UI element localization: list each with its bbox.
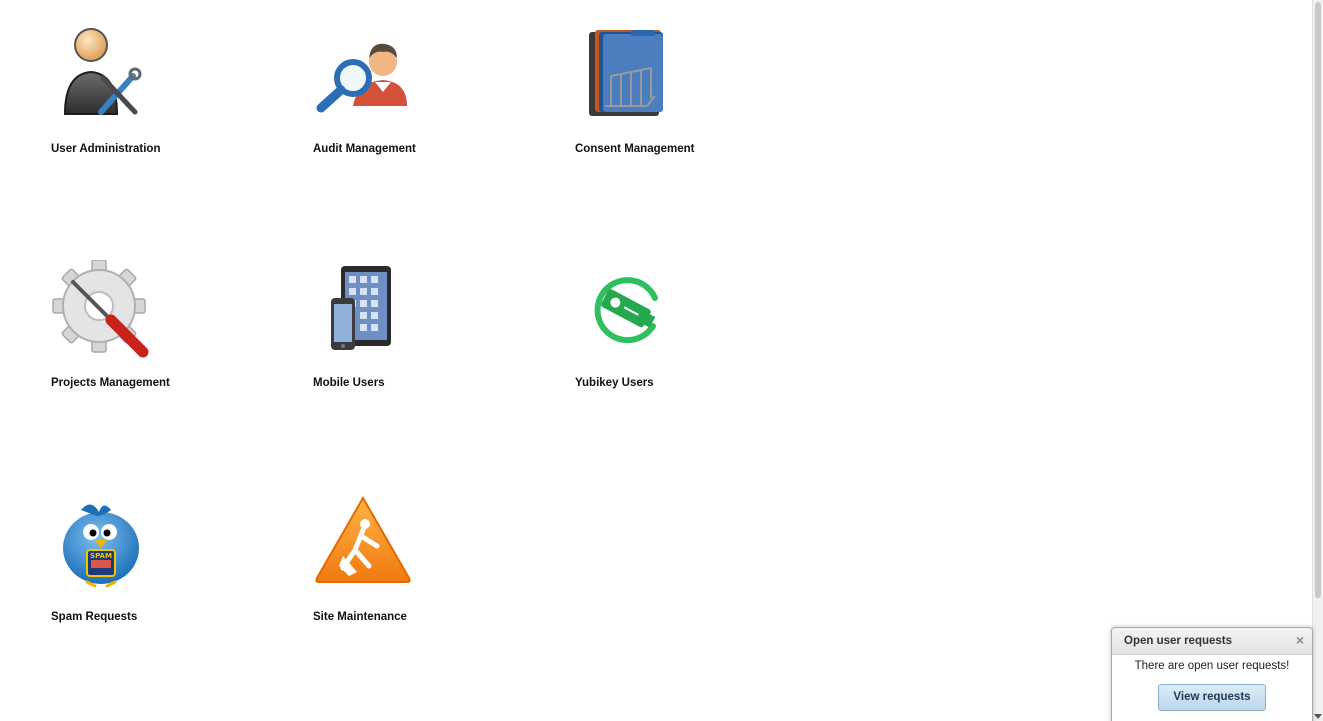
- scrollbar-thumb[interactable]: [1315, 2, 1321, 598]
- close-icon[interactable]: ×: [1296, 632, 1304, 648]
- tile-site-maintenance[interactable]: Site Maintenance: [313, 494, 513, 634]
- tile-consent-management[interactable]: Consent Management: [575, 26, 775, 166]
- open-requests-notification: Open user requests × There are open user…: [1111, 627, 1313, 721]
- tile-user-administration[interactable]: User Administration: [51, 26, 251, 166]
- yubikey-icon: [575, 260, 675, 360]
- tile-label: User Administration: [51, 143, 161, 155]
- spam-bird-icon: SPAM: [51, 494, 151, 594]
- mobile-devices-icon: [313, 260, 413, 360]
- audit-search-icon: [313, 26, 413, 126]
- view-requests-button[interactable]: View requests: [1158, 684, 1266, 711]
- tile-spam-requests[interactable]: SPAM Spam Requests: [51, 494, 251, 634]
- tile-label: Audit Management: [313, 143, 416, 155]
- scroll-down-arrow-icon[interactable]: [1314, 714, 1322, 719]
- page-scrollbar[interactable]: [1312, 0, 1323, 721]
- folder-rack-icon: [575, 26, 675, 126]
- admin-dashboard: User Administration Audit Management Con…: [0, 0, 1323, 721]
- gear-screwdriver-icon: [51, 259, 151, 360]
- notification-header: Open user requests ×: [1112, 628, 1312, 655]
- notification-title: Open user requests: [1124, 635, 1233, 647]
- tile-projects-management[interactable]: Projects Management: [51, 259, 251, 400]
- tile-yubikey-users[interactable]: Yubikey Users: [575, 260, 775, 400]
- tile-audit-management[interactable]: Audit Management: [313, 26, 513, 166]
- tile-label: Mobile Users: [313, 377, 385, 389]
- tile-label: Yubikey Users: [575, 377, 654, 389]
- notification-message: There are open user requests!: [1134, 660, 1290, 672]
- tile-label: Projects Management: [51, 377, 170, 389]
- tile-label: Spam Requests: [51, 611, 138, 623]
- user-admin-icon: [51, 26, 151, 126]
- tile-mobile-users[interactable]: Mobile Users: [313, 260, 513, 400]
- tile-label: Consent Management: [575, 143, 695, 155]
- svg-text:SPAM: SPAM: [90, 552, 112, 560]
- tile-label: Site Maintenance: [313, 611, 407, 623]
- maintenance-warning-icon: [313, 494, 413, 594]
